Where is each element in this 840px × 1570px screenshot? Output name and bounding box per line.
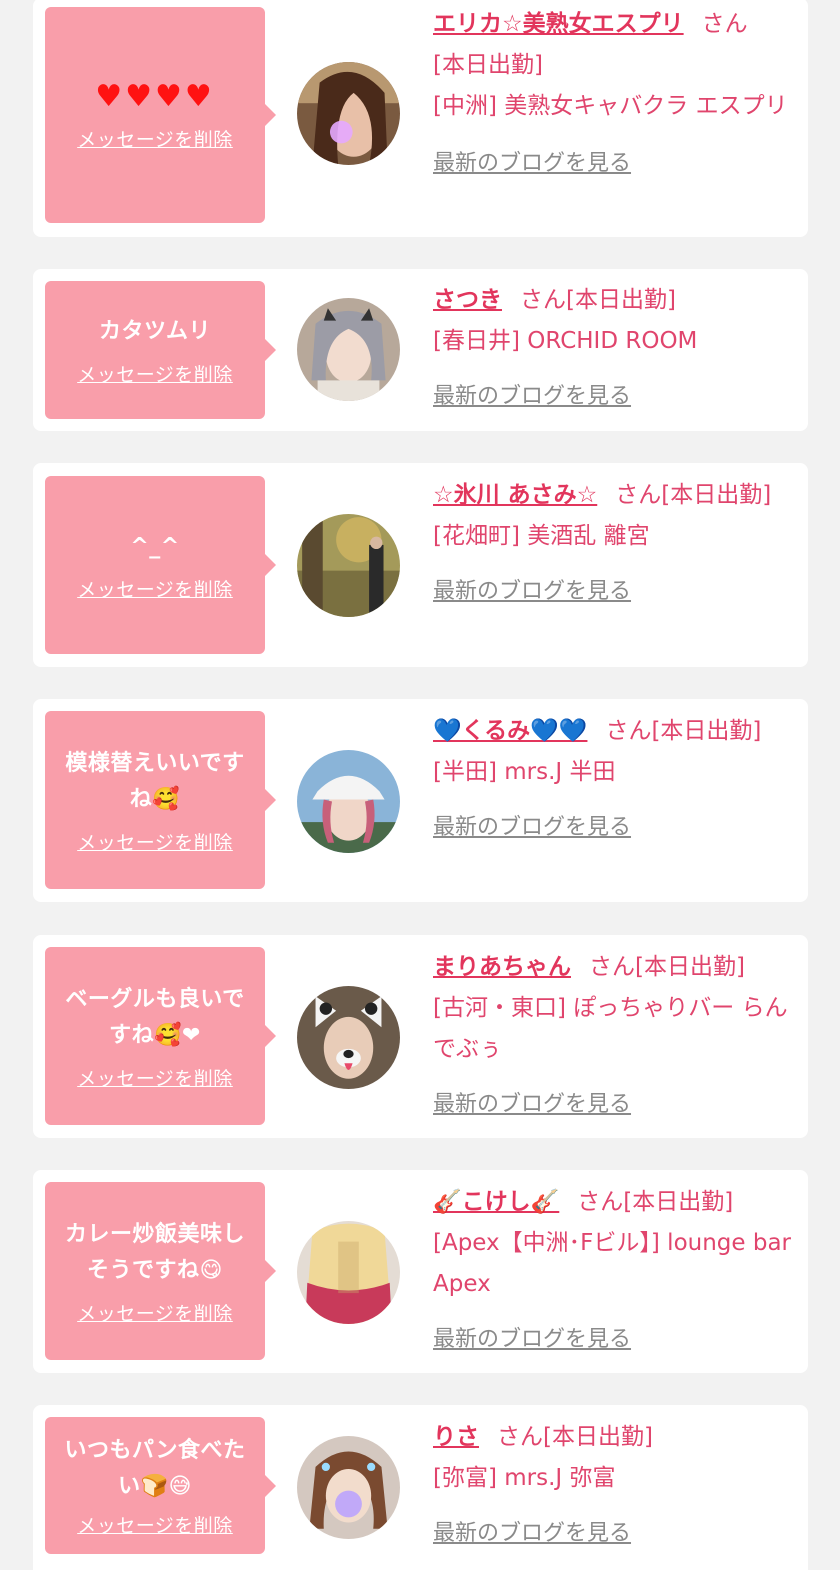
shop-name: [半田] mrs.J 半田 <box>433 759 616 785</box>
latest-blog-link[interactable]: 最新のブログを見る <box>433 1319 631 1360</box>
girl-info: 💙くるみ💙💙 さん[本日出勤] [半田] mrs.J 半田 最新のブログを見る <box>433 711 795 848</box>
favorites-list: ♥♥♥♥ メッセージを削除 エリカ☆美熟女エスプリ さん [本日出勤] [中洲] … <box>0 0 840 1570</box>
girl-name-link[interactable]: りさ <box>433 1424 479 1450</box>
girl-info: ☆氷川 あさみ☆ さん[本日出勤] [花畑町] 美酒乱 離宮 最新のブログを見る <box>433 475 795 612</box>
favorite-card: ♥♥♥♥ メッセージを削除 エリカ☆美熟女エスプリ さん [本日出勤] [中洲] … <box>33 0 808 237</box>
message-text: ♥♥♥♥ <box>95 78 215 114</box>
girl-info: まりあちゃん さん[本日出勤] [古河・東口] ぽっちゃりバー らんでぶぅ 最新の… <box>433 947 795 1125</box>
message-text: ベーグルも良いですね🥰❤ <box>65 986 245 1048</box>
girl-name-link[interactable]: さつき <box>433 287 502 313</box>
name-suffix: さん <box>520 287 566 313</box>
delete-message-link[interactable]: メッセージを削除 <box>77 575 233 602</box>
girl-name-link[interactable]: エリカ☆美熟女エスプリ <box>433 11 684 37</box>
message-bubble: いつもパン食べたい🍞😅 メッセージを削除 <box>45 1417 276 1554</box>
girl-info: さつき さん[本日出勤] [春日井] ORCHID ROOM 最新のブログを見る <box>433 280 795 417</box>
name-suffix: さん <box>701 11 748 37</box>
girl-info: 🎸こけし🎸 さん[本日出勤] [Apex【中洲･Fビル】] lounge bar … <box>433 1182 795 1360</box>
latest-blog-link[interactable]: 最新のブログを見る <box>433 571 631 612</box>
message-text: いつもパン食べたい🍞😅 <box>64 1438 246 1499</box>
work-status: [本日出勤] <box>566 287 676 313</box>
latest-blog-link[interactable]: 最新のブログを見る <box>433 1084 631 1125</box>
latest-blog-link[interactable]: 最新のブログを見る <box>433 807 631 848</box>
message-bubble: ^_^ メッセージを削除 <box>45 476 276 654</box>
shop-name: [花畑町] 美酒乱 離宮 <box>433 523 650 549</box>
message-bubble: 模様替えいいですね🥰 メッセージを削除 <box>45 711 276 889</box>
favorite-card: カレー炒飯美味しそうですね😋 メッセージを削除 🎸こけし🎸 さん[本日出勤] [A… <box>33 1170 808 1373</box>
shop-name: [Apex【中洲･Fビル】] lounge bar Apex <box>433 1230 792 1297</box>
message-bubble: カタツムリ メッセージを削除 <box>45 281 276 419</box>
delete-message-link[interactable]: メッセージを削除 <box>77 1299 233 1326</box>
avatar[interactable] <box>297 986 400 1089</box>
favorite-card: カタツムリ メッセージを削除 さつき さん[本日出勤] [春日井] ORCHID … <box>33 269 808 431</box>
work-status: [本日出勤] <box>543 1424 653 1450</box>
shop-name: [弥富] mrs.J 弥富 <box>433 1465 616 1491</box>
avatar-photo-icon <box>297 986 400 1089</box>
delete-message-link[interactable]: メッセージを削除 <box>77 360 233 387</box>
delete-message-link[interactable]: メッセージを削除 <box>77 1064 233 1091</box>
name-suffix: さん <box>577 1189 624 1215</box>
avatar-photo-icon <box>297 1221 400 1324</box>
delete-message-link[interactable]: メッセージを削除 <box>77 125 233 152</box>
name-suffix: さん <box>615 482 662 508</box>
work-status: [本日出勤] <box>661 482 772 508</box>
avatar[interactable] <box>297 1436 400 1539</box>
girl-name-link[interactable]: ☆氷川 あさみ☆ <box>433 482 597 508</box>
delete-message-link[interactable]: メッセージを削除 <box>77 828 233 855</box>
work-status: [本日出勤] <box>635 954 745 980</box>
work-status: [本日出勤] <box>623 1189 734 1215</box>
message-bubble: ♥♥♥♥ メッセージを削除 <box>45 7 276 223</box>
girl-name-link[interactable]: 💙くるみ💙💙 <box>433 718 587 744</box>
latest-blog-link[interactable]: 最新のブログを見る <box>433 376 631 417</box>
shop-name: [春日井] ORCHID ROOM <box>433 328 698 354</box>
avatar[interactable] <box>297 298 400 401</box>
shop-name: [古河・東口] ぽっちゃりバー らんでぶぅ <box>433 995 788 1062</box>
avatar[interactable] <box>297 514 400 617</box>
girl-info: りさ さん[本日出勤] [弥富] mrs.J 弥富 最新のブログを見る <box>433 1417 795 1554</box>
name-suffix: さん <box>589 954 635 980</box>
girl-name-link[interactable]: まりあちゃん <box>433 954 571 980</box>
avatar-photo-icon <box>297 514 400 617</box>
work-status: [本日出勤] <box>433 52 543 78</box>
girl-name-link[interactable]: 🎸こけし🎸 <box>433 1189 559 1215</box>
delete-message-link[interactable]: メッセージを削除 <box>77 1511 233 1538</box>
avatar-photo-icon <box>297 298 400 401</box>
message-bubble: ベーグルも良いですね🥰❤ メッセージを削除 <box>45 947 276 1125</box>
avatar-photo-icon <box>297 1436 400 1539</box>
name-suffix: さん <box>605 718 652 744</box>
favorite-card: いつもパン食べたい🍞😅 メッセージを削除 りさ さん[本日出勤] [弥富] mrs… <box>33 1405 808 1570</box>
favorite-card: 模様替えいいですね🥰 メッセージを削除 💙くるみ💙💙 さん[本日出勤] [半田] … <box>33 699 808 902</box>
avatar-photo-icon <box>297 750 400 853</box>
message-text: 模様替えいいですね🥰 <box>65 750 245 812</box>
girl-info: エリカ☆美熟女エスプリ さん [本日出勤] [中洲] 美熟女キャバクラ エスプリ … <box>433 4 795 184</box>
shop-name: [中洲] 美熟女キャバクラ エスプリ <box>433 93 788 119</box>
favorite-card: ^_^ メッセージを削除 ☆氷川 あさみ☆ さん[本日出勤] [花畑町] 美酒乱 … <box>33 463 808 667</box>
message-text: ^_^ <box>130 533 180 559</box>
work-status: [本日出勤] <box>651 718 762 744</box>
name-suffix: さん <box>497 1424 543 1450</box>
latest-blog-link[interactable]: 最新のブログを見る <box>433 1513 631 1554</box>
message-text: カレー炒飯美味しそうですね😋 <box>64 1221 245 1283</box>
avatar[interactable] <box>297 750 400 853</box>
avatar-photo-icon <box>297 62 400 165</box>
avatar[interactable] <box>297 1221 400 1324</box>
avatar[interactable] <box>297 62 400 165</box>
favorite-card: ベーグルも良いですね🥰❤ メッセージを削除 まりあちゃん さん[本日出勤] [古河… <box>33 935 808 1138</box>
message-bubble: カレー炒飯美味しそうですね😋 メッセージを削除 <box>45 1182 276 1360</box>
latest-blog-link[interactable]: 最新のブログを見る <box>433 143 631 184</box>
message-text: カタツムリ <box>98 318 212 344</box>
